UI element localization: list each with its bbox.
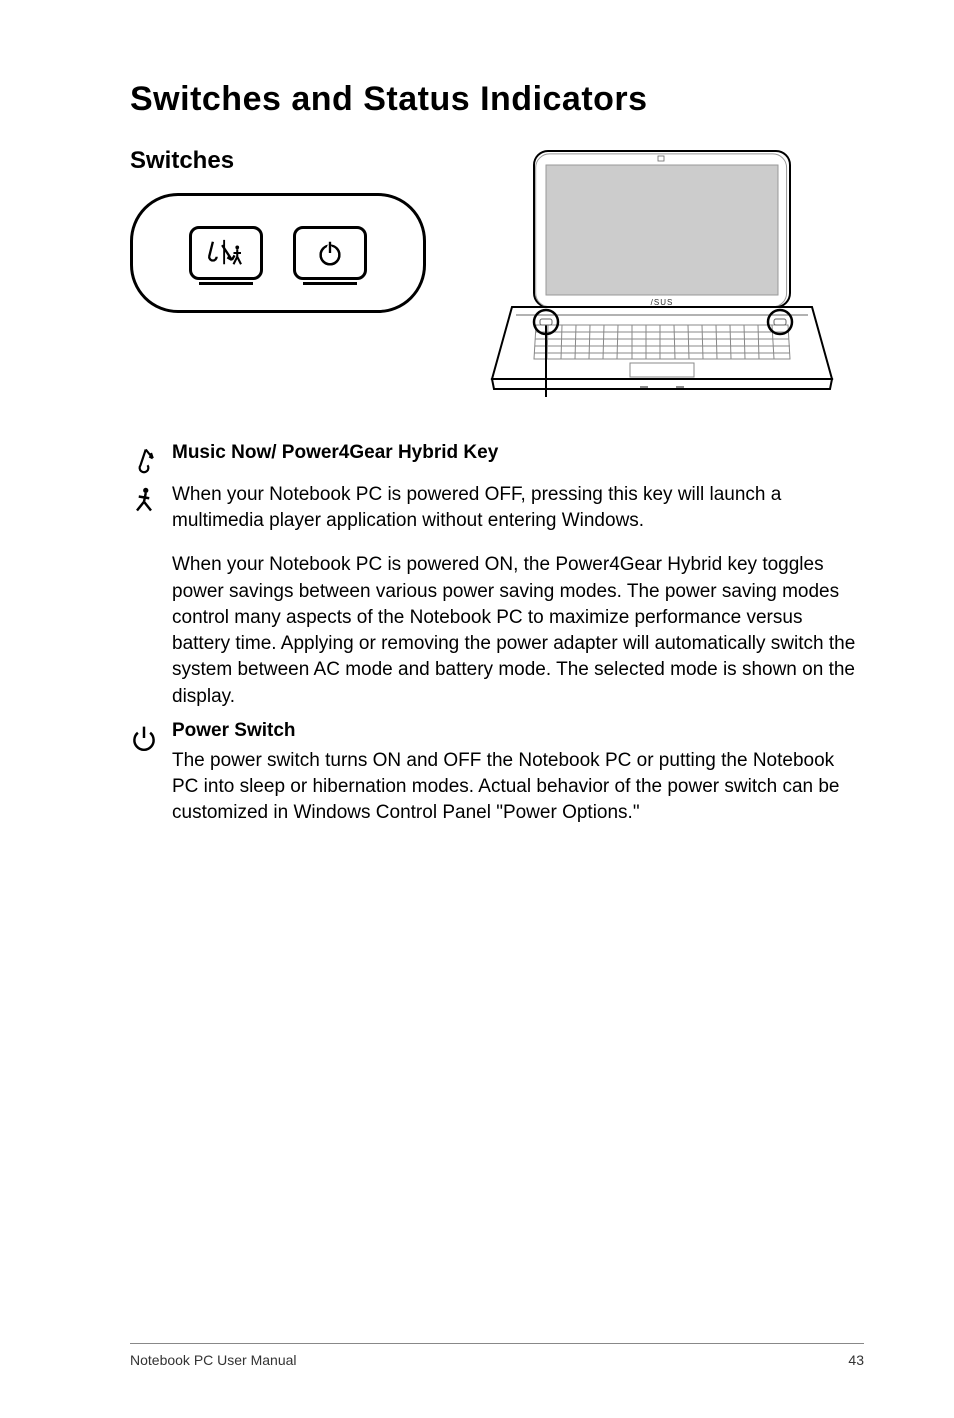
music-power4gear-key	[189, 226, 263, 280]
footer-left-text: Notebook PC User Manual	[130, 1352, 297, 1368]
power-switch-key	[293, 226, 367, 280]
power-switch-para: The power switch turns ON and OFF the No…	[172, 748, 864, 827]
footer-page-number: 43	[848, 1352, 864, 1368]
music-key-para2: When your Notebook PC is powered ON, the…	[172, 552, 864, 709]
running-person-icon	[130, 486, 158, 514]
music-key-para1-row: When your Notebook PC is powered OFF, pr…	[130, 482, 864, 544]
page-footer: Notebook PC User Manual 43	[130, 1343, 864, 1368]
page-title: Switches and Status Indicators	[130, 80, 864, 119]
switch-illustration-box	[130, 193, 426, 313]
music-power4gear-glyph-icon	[203, 238, 249, 268]
section-heading-switches: Switches	[130, 147, 440, 175]
left-column: Switches	[130, 147, 440, 313]
music-key-para1: When your Notebook PC is powered OFF, pr…	[172, 482, 864, 534]
power-icon	[130, 724, 158, 752]
power-icon	[315, 238, 345, 268]
laptop-illustration: /SUS	[472, 147, 852, 397]
music-key-para2-block: When your Notebook PC is powered ON, the…	[130, 552, 864, 709]
power-switch-title: Power Switch	[172, 720, 864, 742]
right-column: /SUS	[472, 147, 852, 402]
power-switch-row: Power Switch The power switch turns ON a…	[130, 720, 864, 837]
music-key-title: Music Now/ Power4Gear Hybrid Key	[172, 442, 864, 464]
svg-text:/SUS: /SUS	[651, 298, 674, 307]
music-note-icon	[130, 446, 158, 474]
music-key-heading-row: Music Now/ Power4Gear Hybrid Key	[130, 442, 864, 474]
body-section: Music Now/ Power4Gear Hybrid Key When yo…	[130, 442, 864, 836]
top-row: Switches	[130, 147, 864, 402]
